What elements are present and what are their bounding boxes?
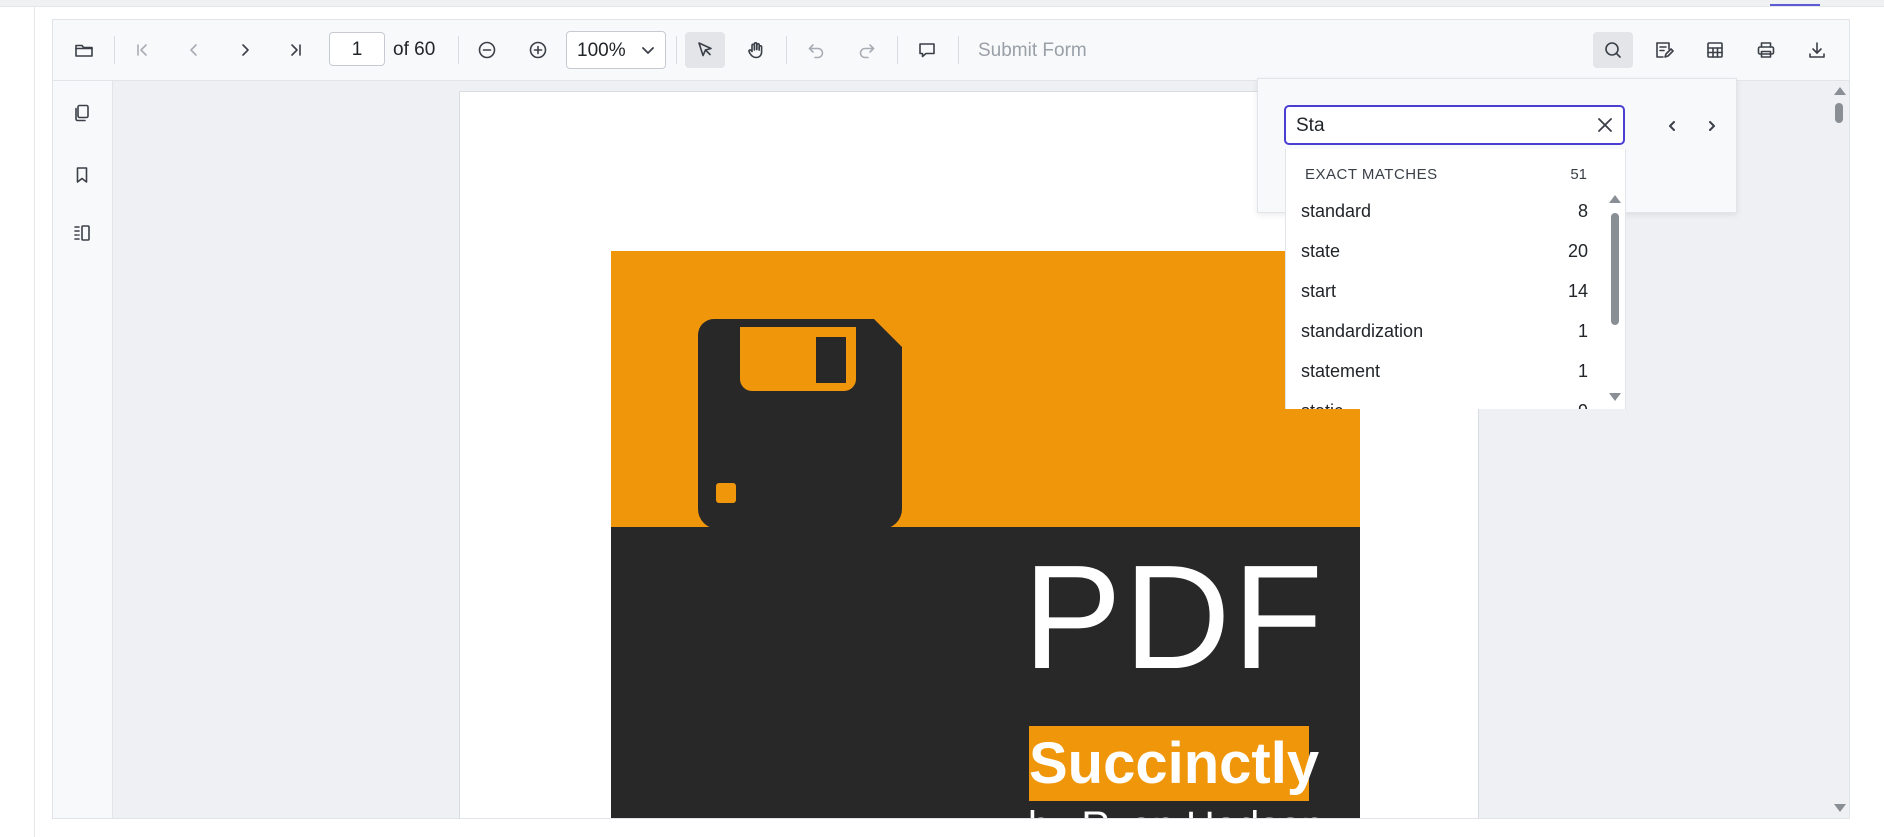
- redo-icon: [859, 44, 875, 59]
- suggestion-count: 1: [1577, 321, 1588, 341]
- scrollbar-thumb[interactable]: [1835, 103, 1843, 123]
- download-button[interactable]: [1797, 32, 1837, 68]
- suggestion-term: standard: [1301, 201, 1372, 221]
- undo-button[interactable]: [796, 32, 836, 68]
- suggestions-header: EXACT MATCHES: [1305, 166, 1438, 183]
- chevron-down-icon: [642, 47, 654, 54]
- bookmarks-button[interactable]: [62, 155, 102, 195]
- search-icon: [1605, 42, 1621, 58]
- thumbnails-icon: [75, 104, 89, 122]
- suggestion-term: start: [1301, 281, 1337, 301]
- hand-icon: [748, 42, 763, 59]
- zoom-in-button[interactable]: [518, 32, 558, 68]
- organize-pages-button[interactable]: [62, 213, 102, 253]
- edit-annotation-icon: [1656, 42, 1674, 58]
- cover-author: by Ryan Hodson: [1028, 804, 1324, 818]
- search-button[interactable]: [1593, 32, 1633, 68]
- toolbar-separator: [458, 36, 459, 64]
- toolbar-separator: [114, 36, 115, 64]
- next-page-button[interactable]: [225, 32, 265, 68]
- scroll-up-arrow[interactable]: [1834, 87, 1846, 95]
- first-page-icon: [137, 44, 147, 56]
- suggestion-count: 1: [1577, 361, 1588, 381]
- total-match-count: 51: [1570, 166, 1587, 183]
- zoom-out-button[interactable]: [467, 32, 507, 68]
- top-accent-bar: [1770, 4, 1820, 6]
- close-icon[interactable]: [1597, 117, 1613, 133]
- navigation-sidebar: [53, 81, 113, 818]
- next-match-button[interactable]: [1702, 116, 1722, 136]
- floppy-disk-icon: [698, 319, 902, 529]
- zoom-level-value: 100%: [577, 40, 626, 61]
- app-top-strip: [0, 0, 1884, 7]
- bookmark-icon: [76, 167, 88, 183]
- page-number-input[interactable]: 1: [329, 32, 385, 66]
- scrollbar-thumb[interactable]: [1611, 213, 1619, 325]
- organize-pages-icon: [74, 225, 90, 241]
- suggestion-term: state: [1301, 241, 1341, 261]
- download-icon: [1809, 42, 1825, 58]
- first-page-button[interactable]: [122, 32, 162, 68]
- form-designer-button[interactable]: [1695, 32, 1735, 68]
- open-file-button[interactable]: [64, 32, 104, 68]
- toolbar-separator: [897, 36, 898, 64]
- last-page-button[interactable]: [276, 32, 316, 68]
- chevron-right-icon: [242, 44, 249, 56]
- table-grid-icon: [1707, 42, 1723, 58]
- suggestion-term: statement: [1301, 361, 1381, 381]
- redo-button[interactable]: [847, 32, 887, 68]
- zoom-level-dropdown[interactable]: 100%: [566, 31, 666, 69]
- suggestion-item[interactable]: statement 1: [1286, 352, 1596, 392]
- scroll-down-arrow[interactable]: [1609, 393, 1621, 401]
- printer-icon: [1757, 42, 1775, 58]
- search-input[interactable]: Sta: [1284, 105, 1625, 145]
- suggestion-item[interactable]: state 20: [1286, 232, 1596, 272]
- comment-icon: [919, 43, 935, 58]
- suggestion-term: standardization: [1301, 321, 1424, 341]
- search-suggestions-dropdown: EXACT MATCHES 51 standard 8 state 20 sta…: [1285, 149, 1626, 409]
- vertical-scrollbar[interactable]: [1829, 81, 1849, 818]
- suggestion-item[interactable]: standardization 1: [1286, 312, 1596, 352]
- chevron-left-icon: [190, 44, 197, 56]
- folder-icon: [75, 44, 93, 57]
- previous-match-button[interactable]: [1662, 116, 1682, 136]
- suggestion-term: static: [1301, 401, 1343, 409]
- last-page-icon: [291, 44, 301, 56]
- suggestion-count: 8: [1577, 201, 1588, 221]
- suggestion-count: 9: [1578, 401, 1588, 409]
- print-button[interactable]: [1746, 32, 1786, 68]
- page-left-rule: [34, 6, 35, 837]
- suggestion-item[interactable]: start 14: [1286, 272, 1596, 312]
- scroll-down-arrow[interactable]: [1834, 804, 1846, 812]
- undo-icon: [808, 44, 824, 59]
- previous-page-button[interactable]: [174, 32, 214, 68]
- main-toolbar: 1 of 60 100% Submit Form: [53, 20, 1849, 81]
- suggestion-item[interactable]: static 9: [1286, 392, 1596, 409]
- toolbar-separator: [958, 36, 959, 64]
- scroll-up-arrow[interactable]: [1609, 195, 1621, 203]
- submit-form-button[interactable]: Submit Form: [978, 40, 1087, 62]
- add-comment-button[interactable]: [907, 32, 947, 68]
- page-thumbnails-button[interactable]: [62, 93, 102, 133]
- annotation-button[interactable]: [1644, 32, 1684, 68]
- suggestion-count: 20: [1567, 241, 1588, 261]
- search-query-text: Sta: [1296, 115, 1325, 136]
- suggestions-scrollbar[interactable]: [1605, 193, 1625, 405]
- cover-title: PDF: [1023, 535, 1325, 700]
- cover-series-badge: Succinctly: [1029, 726, 1319, 801]
- text-selection-tool-button[interactable]: [685, 32, 725, 68]
- pointer-cursor-icon: [698, 42, 712, 57]
- page-total-label: of 60: [393, 39, 436, 60]
- suggestion-count: 14: [1567, 281, 1588, 301]
- zoom-in-icon: [529, 41, 547, 59]
- toolbar-separator: [676, 36, 677, 64]
- suggestion-item[interactable]: standard 8: [1286, 192, 1596, 232]
- toolbar-separator: [786, 36, 787, 64]
- zoom-out-icon: [478, 41, 496, 59]
- pan-tool-button[interactable]: [736, 32, 776, 68]
